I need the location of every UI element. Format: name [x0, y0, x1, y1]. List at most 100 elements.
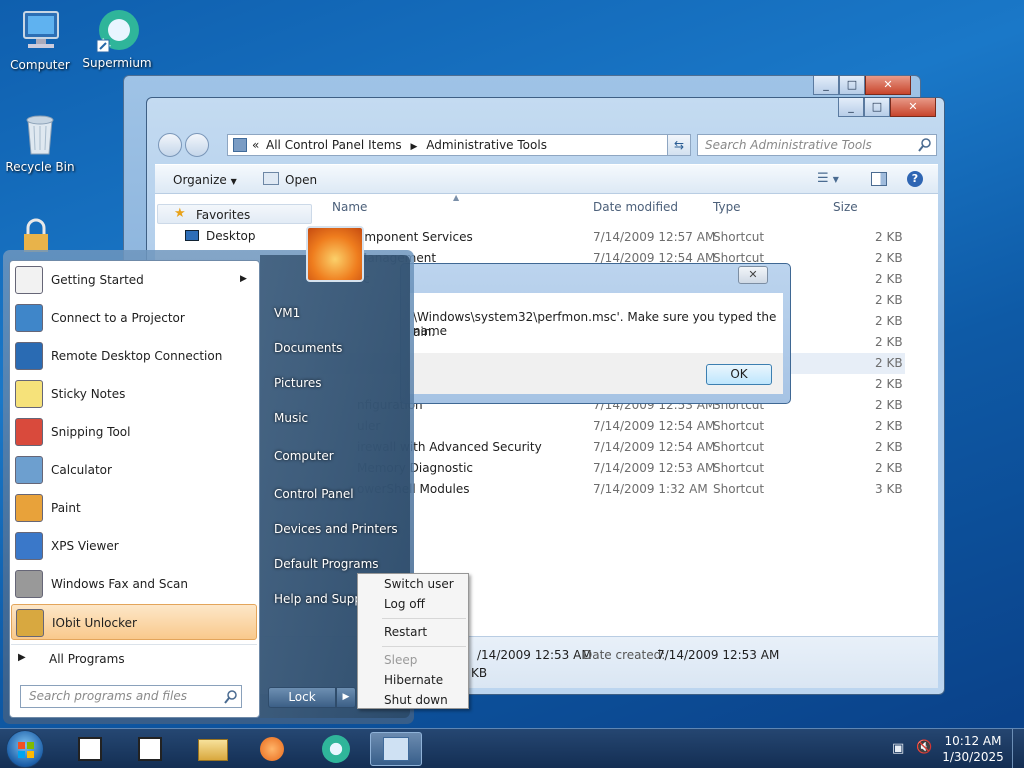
file-type: Shortcut	[713, 419, 765, 433]
nav-desktop[interactable]: Desktop	[185, 228, 315, 246]
column-name[interactable]: Name	[332, 200, 367, 214]
start-right-item[interactable]: Music	[274, 411, 308, 425]
program-icon	[15, 494, 43, 522]
dialog-message-line1: \Windows\system32\perfmon.msc'. Make sur…	[413, 310, 777, 338]
dialog-close-button[interactable]: ✕	[738, 266, 768, 284]
maximize-button[interactable]: □	[864, 98, 890, 117]
program-label: Paint	[51, 501, 81, 515]
dialog-message-line2: ain.	[413, 325, 436, 339]
detail-size: KB	[471, 666, 488, 680]
start-program-item[interactable]: Connect to a Projector	[11, 300, 257, 336]
start-program-item[interactable]: Getting Started ▶	[11, 262, 257, 298]
supermium-icon	[322, 735, 350, 763]
help-icon[interactable]: ?	[907, 171, 923, 187]
desktop-icon-computer[interactable]: Computer	[0, 8, 80, 72]
minimize-button[interactable]: _	[813, 76, 839, 95]
start-right-item[interactable]: Pictures	[274, 376, 322, 390]
file-date: 7/14/2009 1:32 AM	[593, 482, 708, 496]
desktop-icon-supermium[interactable]: Supermium	[77, 6, 157, 70]
search-icon[interactable]	[918, 138, 932, 152]
forward-button[interactable]	[185, 133, 209, 157]
start-program-item[interactable]: XPS Viewer	[11, 528, 257, 564]
taskbar-item-explorer[interactable]	[186, 732, 238, 766]
start-program-item[interactable]: IObit Unlocker	[11, 604, 257, 640]
program-label: Calculator	[51, 463, 112, 477]
start-right-item[interactable]: Default Programs	[274, 557, 379, 571]
all-programs[interactable]: All Programs	[49, 652, 125, 666]
taskbar-item-app2[interactable]	[124, 732, 176, 766]
start-button[interactable]	[6, 730, 44, 768]
chevron-down-icon: ▼	[230, 177, 237, 186]
close-button[interactable]: ✕	[865, 76, 911, 95]
power-options-arrow-button[interactable]: ▶	[336, 687, 356, 708]
menu-separator	[382, 618, 466, 619]
show-desktop-button[interactable]	[1012, 729, 1024, 768]
desktop-icon-recycle-bin[interactable]: Recycle Bin	[0, 110, 80, 174]
menu-item-switch-user[interactable]: Switch user	[384, 577, 454, 591]
program-label: XPS Viewer	[51, 539, 119, 553]
start-right-item[interactable]: Documents	[274, 341, 342, 355]
start-program-item[interactable]: Windows Fax and Scan	[11, 566, 257, 602]
lock-button[interactable]: Lock	[268, 687, 336, 708]
file-date: 7/14/2009 12:53 AM	[593, 461, 716, 475]
start-program-item[interactable]: Paint	[11, 490, 257, 526]
file-size: 2 KB	[875, 314, 903, 328]
desktop-icon-label: Recycle Bin	[5, 160, 75, 174]
start-right-item[interactable]: Devices and Printers	[274, 522, 398, 536]
breadcrumb-all-control-panel-items[interactable]: All Control Panel Items	[266, 138, 402, 152]
refresh-icon[interactable]: ⇆	[667, 134, 691, 156]
start-program-item[interactable]: Remote Desktop Connection	[11, 338, 257, 374]
user-picture[interactable]	[306, 226, 364, 282]
supermium-icon	[93, 6, 141, 53]
start-right-item[interactable]: Control Panel	[274, 487, 354, 501]
program-icon	[15, 456, 43, 484]
start-search-input[interactable]: Search programs and files	[20, 685, 242, 708]
column-type[interactable]: Type	[713, 200, 741, 214]
control-panel-icon	[233, 138, 247, 152]
program-icon	[16, 609, 44, 637]
file-row[interactable]: omponent Services 7/14/2009 12:57 AM Short…	[315, 227, 905, 248]
menu-item-log-off[interactable]: Log off	[384, 597, 425, 611]
start-right-item[interactable]: Computer	[274, 449, 334, 463]
program-label: Getting Started	[51, 273, 144, 287]
star-icon: ★	[174, 206, 186, 221]
breadcrumb-administrative-tools[interactable]: Administrative Tools	[426, 138, 547, 152]
column-date-modified[interactable]: Date modified	[593, 200, 678, 214]
open-button[interactable]: Open	[285, 173, 317, 187]
close-button[interactable]: ✕	[890, 98, 936, 117]
taskbar-item-app1[interactable]	[64, 732, 116, 766]
file-size: 2 KB	[875, 419, 903, 433]
program-icon	[15, 380, 43, 408]
minimize-button[interactable]: _	[838, 98, 864, 117]
start-program-item[interactable]: Snipping Tool	[11, 414, 257, 450]
taskbar-item-supermium[interactable]	[310, 732, 362, 766]
taskbar-item-media-player[interactable]	[246, 732, 298, 766]
file-size: 2 KB	[875, 440, 903, 454]
preview-pane-icon[interactable]	[871, 172, 887, 186]
nav-favorites[interactable]: ★ Favorites	[157, 204, 312, 224]
column-size[interactable]: Size	[833, 200, 858, 214]
program-icon	[15, 418, 43, 446]
detail-date-created: 7/14/2009 12:53 AM	[657, 648, 780, 662]
network-icon[interactable]: ▣	[892, 741, 904, 756]
maximize-button[interactable]: □	[839, 76, 865, 95]
breadcrumb-separator-icon: ▶	[410, 142, 418, 152]
view-options-icon[interactable]: ☰ ▼	[817, 171, 839, 186]
program-label: Snipping Tool	[51, 425, 131, 439]
start-program-item[interactable]: Sticky Notes	[11, 376, 257, 412]
search-input[interactable]: Search Administrative Tools	[697, 134, 937, 156]
menu-item-hibernate[interactable]: Hibernate	[384, 673, 443, 687]
taskbar-item-control-panel[interactable]	[370, 732, 422, 766]
address-bar[interactable]: « All Control Panel Items ▶ Administrati…	[227, 134, 689, 156]
start-program-item[interactable]: Calculator	[11, 452, 257, 488]
start-right-item[interactable]: VM1	[274, 306, 300, 320]
volume-muted-icon[interactable]: 🔇	[916, 740, 932, 755]
clock[interactable]: 10:12 AM 1/30/2025	[940, 733, 1006, 765]
program-label: IObit Unlocker	[52, 616, 137, 630]
ok-button[interactable]: OK	[706, 364, 772, 385]
menu-item-restart[interactable]: Restart	[384, 625, 427, 639]
power-options-menu: Switch user Log off Restart Sleep Hibern…	[357, 573, 469, 709]
menu-item-shut-down[interactable]: Shut down	[384, 693, 448, 707]
organize-button[interactable]: Organize ▼	[173, 173, 237, 187]
back-button[interactable]	[158, 133, 182, 157]
